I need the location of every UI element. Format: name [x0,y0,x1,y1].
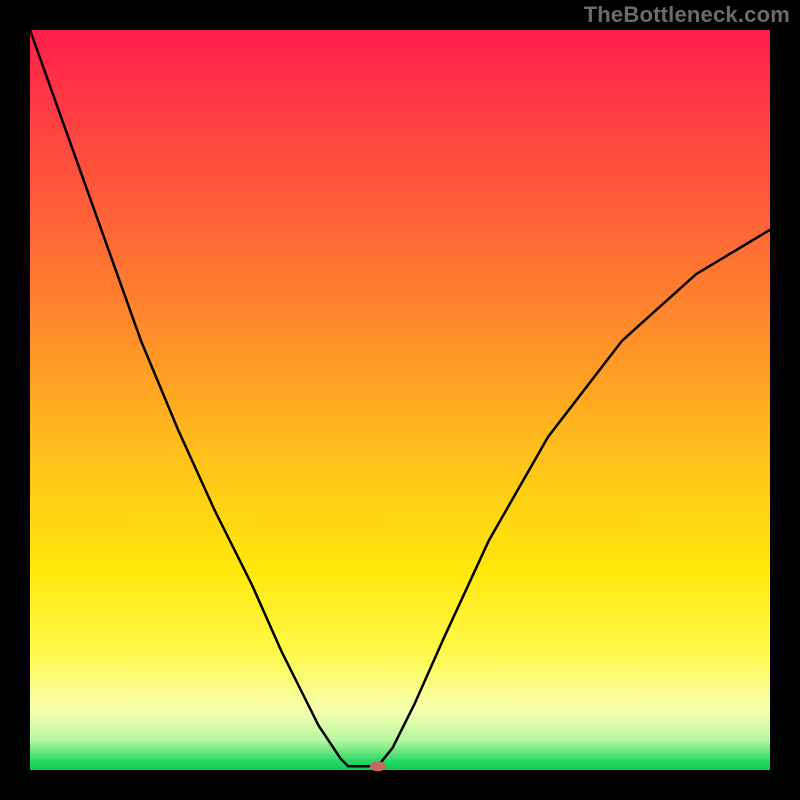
plot-area [30,30,770,770]
curve-svg [30,30,770,770]
bottleneck-curve [30,30,770,766]
chart-container: TheBottleneck.com [0,0,800,800]
watermark-text: TheBottleneck.com [584,2,790,28]
minimum-marker [370,761,386,771]
